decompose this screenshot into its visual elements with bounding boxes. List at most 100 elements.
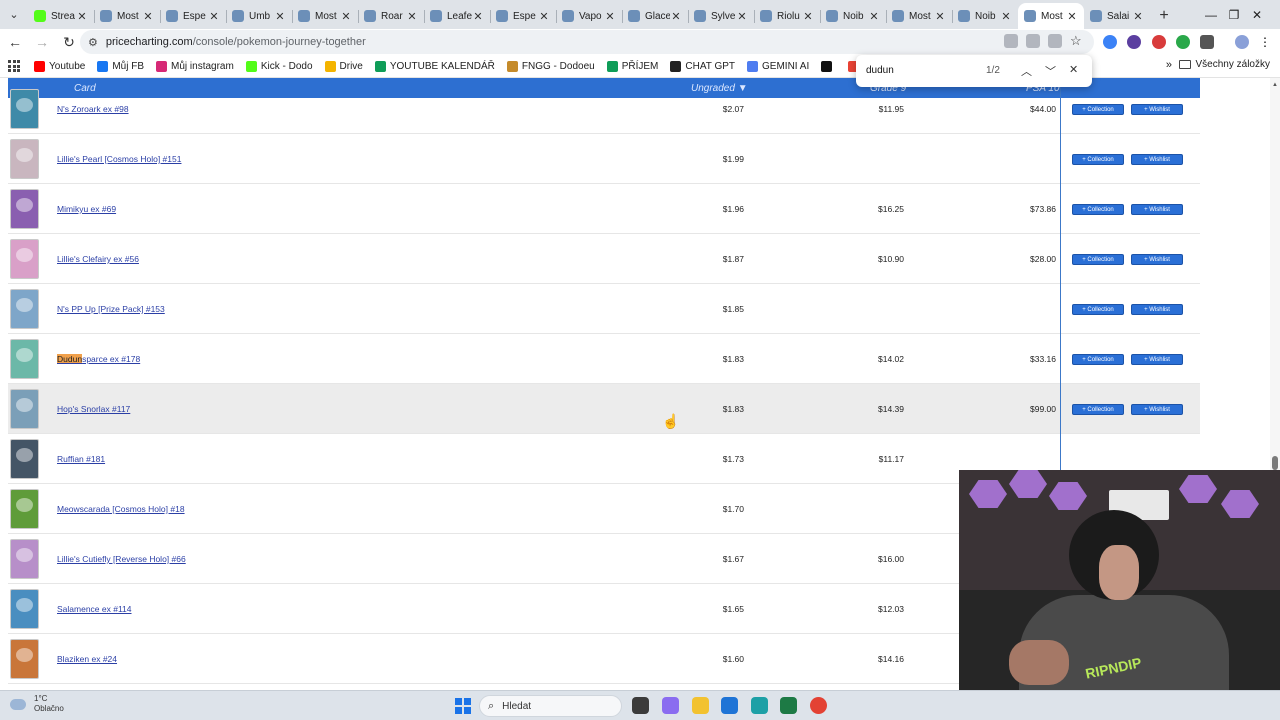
- tab-close-icon[interactable]: ✕: [802, 10, 814, 23]
- add-collection-button[interactable]: + Collection: [1072, 104, 1124, 115]
- outlook-icon[interactable]: [721, 697, 738, 714]
- add-wishlist-button[interactable]: + Wishlist: [1131, 254, 1183, 265]
- add-wishlist-button[interactable]: + Wishlist: [1131, 204, 1183, 215]
- bookmark-item[interactable]: CHAT GPT: [670, 60, 735, 72]
- back-arrow-icon[interactable]: ←: [3, 30, 27, 54]
- browser-tab[interactable]: Espe ✕: [490, 3, 556, 29]
- browser-tab[interactable]: Umb ✕: [226, 3, 292, 29]
- reload-icon[interactable]: ↻: [57, 30, 81, 54]
- card-thumbnail[interactable]: [10, 439, 39, 479]
- card-thumbnail[interactable]: [10, 539, 39, 579]
- browser-tab[interactable]: Glace ✕: [622, 3, 688, 29]
- card-thumbnail[interactable]: [10, 289, 39, 329]
- card-thumbnail[interactable]: [10, 389, 39, 429]
- add-wishlist-button[interactable]: + Wishlist: [1131, 304, 1183, 315]
- forward-arrow-icon[interactable]: →: [30, 30, 54, 54]
- find-next-icon[interactable]: ﹀: [1045, 63, 1056, 79]
- add-wishlist-button[interactable]: + Wishlist: [1131, 104, 1183, 115]
- bookmarks-overflow-icon[interactable]: »: [1166, 59, 1172, 71]
- copilot-icon[interactable]: [662, 697, 679, 714]
- excel-icon[interactable]: [780, 697, 797, 714]
- extension-icon[interactable]: [1127, 35, 1141, 49]
- install-app-icon[interactable]: [1026, 34, 1040, 48]
- card-name-link[interactable]: Lillie's Pearl [Cosmos Holo] #151: [57, 154, 181, 164]
- browser-tab[interactable]: Most ✕: [94, 3, 160, 29]
- card-thumbnail[interactable]: [10, 139, 39, 179]
- browser-tab[interactable]: Vapo ✕: [556, 3, 622, 29]
- add-collection-button[interactable]: + Collection: [1072, 304, 1124, 315]
- card-name-link[interactable]: Mimikyu ex #69: [57, 204, 116, 214]
- scroll-up-arrow-icon[interactable]: ▲: [1272, 82, 1278, 88]
- card-thumbnail[interactable]: [10, 639, 39, 679]
- tab-close-icon[interactable]: ✕: [1066, 10, 1078, 23]
- tab-close-icon[interactable]: ✕: [274, 10, 286, 23]
- card-thumbnail[interactable]: [10, 339, 39, 379]
- tab-close-icon[interactable]: ✕: [538, 10, 550, 23]
- card-thumbnail[interactable]: [10, 239, 39, 279]
- all-bookmarks-folder[interactable]: Všechny záložky: [1178, 59, 1270, 70]
- card-name-link[interactable]: Lillie's Clefairy ex #56: [57, 254, 139, 264]
- card-thumbnail[interactable]: [10, 589, 39, 629]
- address-bar[interactable]: ⚙ pricecharting.com/console/pokemon-jour…: [80, 30, 1094, 54]
- card-name-link[interactable]: N's PP Up [Prize Pack] #153: [57, 304, 165, 314]
- weather-widget[interactable]: 1°C Oblačno: [10, 694, 64, 714]
- browser-tab[interactable]: Leafe ✕: [424, 3, 490, 29]
- card-name-link[interactable]: N's Zoroark ex #98: [57, 104, 129, 114]
- bookmark-item[interactable]: FNGG - Dodoeu: [506, 60, 595, 72]
- tab-close-icon[interactable]: ✕: [406, 10, 418, 23]
- browser-tab[interactable]: Noib ✕: [820, 3, 886, 29]
- bookmark-item[interactable]: PŘÍJEM: [606, 60, 658, 72]
- add-collection-button[interactable]: + Collection: [1072, 154, 1124, 165]
- apps-grid-icon[interactable]: [8, 60, 20, 72]
- tab-close-icon[interactable]: ✕: [76, 10, 88, 23]
- card-name-link[interactable]: Hop's Snorlax #117: [57, 404, 130, 414]
- card-name-link[interactable]: Dudunsparce ex #178: [57, 354, 140, 364]
- find-close-icon[interactable]: ✕: [1069, 63, 1078, 76]
- extension-icon[interactable]: [1176, 35, 1190, 49]
- chrome-icon[interactable]: [810, 697, 827, 714]
- extension-icon[interactable]: [1152, 35, 1166, 49]
- card-thumbnail[interactable]: [10, 489, 39, 529]
- new-tab-button[interactable]: +: [1150, 3, 1178, 29]
- card-name-link[interactable]: Ruffian #181: [57, 454, 105, 464]
- tab-close-icon[interactable]: ✕: [670, 10, 682, 23]
- file-explorer-icon[interactable]: [692, 697, 709, 714]
- tab-close-icon[interactable]: ✕: [868, 10, 880, 23]
- reading-mode-icon[interactable]: [1048, 34, 1062, 48]
- add-collection-button[interactable]: + Collection: [1072, 254, 1124, 265]
- browser-tab[interactable]: Espe ✕: [160, 3, 226, 29]
- card-name-link[interactable]: Salamence ex #114: [57, 604, 132, 614]
- card-name-link[interactable]: Meowscarada [Cosmos Holo] #18: [57, 504, 185, 514]
- bookmark-item[interactable]: GEMINI AI: [747, 60, 809, 72]
- tab-close-icon[interactable]: ✕: [934, 10, 946, 23]
- browser-tab[interactable]: Most ✕: [1018, 3, 1084, 29]
- windows-start-icon[interactable]: [455, 698, 471, 714]
- close-window-icon[interactable]: ✕: [1234, 0, 1280, 29]
- extensions-puzzle-icon[interactable]: [1200, 35, 1214, 49]
- browser-tab[interactable]: Most ✕: [886, 3, 952, 29]
- add-collection-button[interactable]: + Collection: [1072, 354, 1124, 365]
- bookmark-star-icon[interactable]: ☆: [1070, 34, 1084, 48]
- edge-icon[interactable]: [751, 697, 768, 714]
- bookmark-item[interactable]: Můj FB: [97, 60, 144, 72]
- browser-tab[interactable]: Strea ✕: [28, 3, 94, 29]
- add-wishlist-button[interactable]: + Wishlist: [1131, 404, 1183, 415]
- tab-close-icon[interactable]: ✕: [208, 10, 220, 23]
- bookmark-item[interactable]: Youtube: [34, 60, 85, 72]
- tab-search-chevron-icon[interactable]: ⌄: [0, 0, 28, 29]
- tab-close-icon[interactable]: ✕: [472, 10, 484, 23]
- browser-tab[interactable]: Noib ✕: [952, 3, 1018, 29]
- browser-tab[interactable]: Salai ✕: [1084, 3, 1150, 29]
- taskbar-search[interactable]: ⌕ Hledat: [479, 695, 622, 717]
- site-info-icon[interactable]: ⚙: [88, 36, 98, 49]
- add-collection-button[interactable]: + Collection: [1072, 404, 1124, 415]
- bookmark-item[interactable]: Můj instagram: [156, 60, 234, 72]
- extension-icon[interactable]: [1103, 35, 1117, 49]
- bookmark-item[interactable]: YOUTUBE KALENDÁŘ: [374, 60, 495, 72]
- tab-close-icon[interactable]: ✕: [1000, 10, 1012, 23]
- card-name-link[interactable]: Lillie's Cutiefly [Reverse Holo] #66: [57, 554, 186, 564]
- card-thumbnail[interactable]: [10, 189, 39, 229]
- profile-avatar[interactable]: [1235, 35, 1249, 49]
- tab-close-icon[interactable]: ✕: [1132, 10, 1144, 23]
- tab-close-icon[interactable]: ✕: [604, 10, 616, 23]
